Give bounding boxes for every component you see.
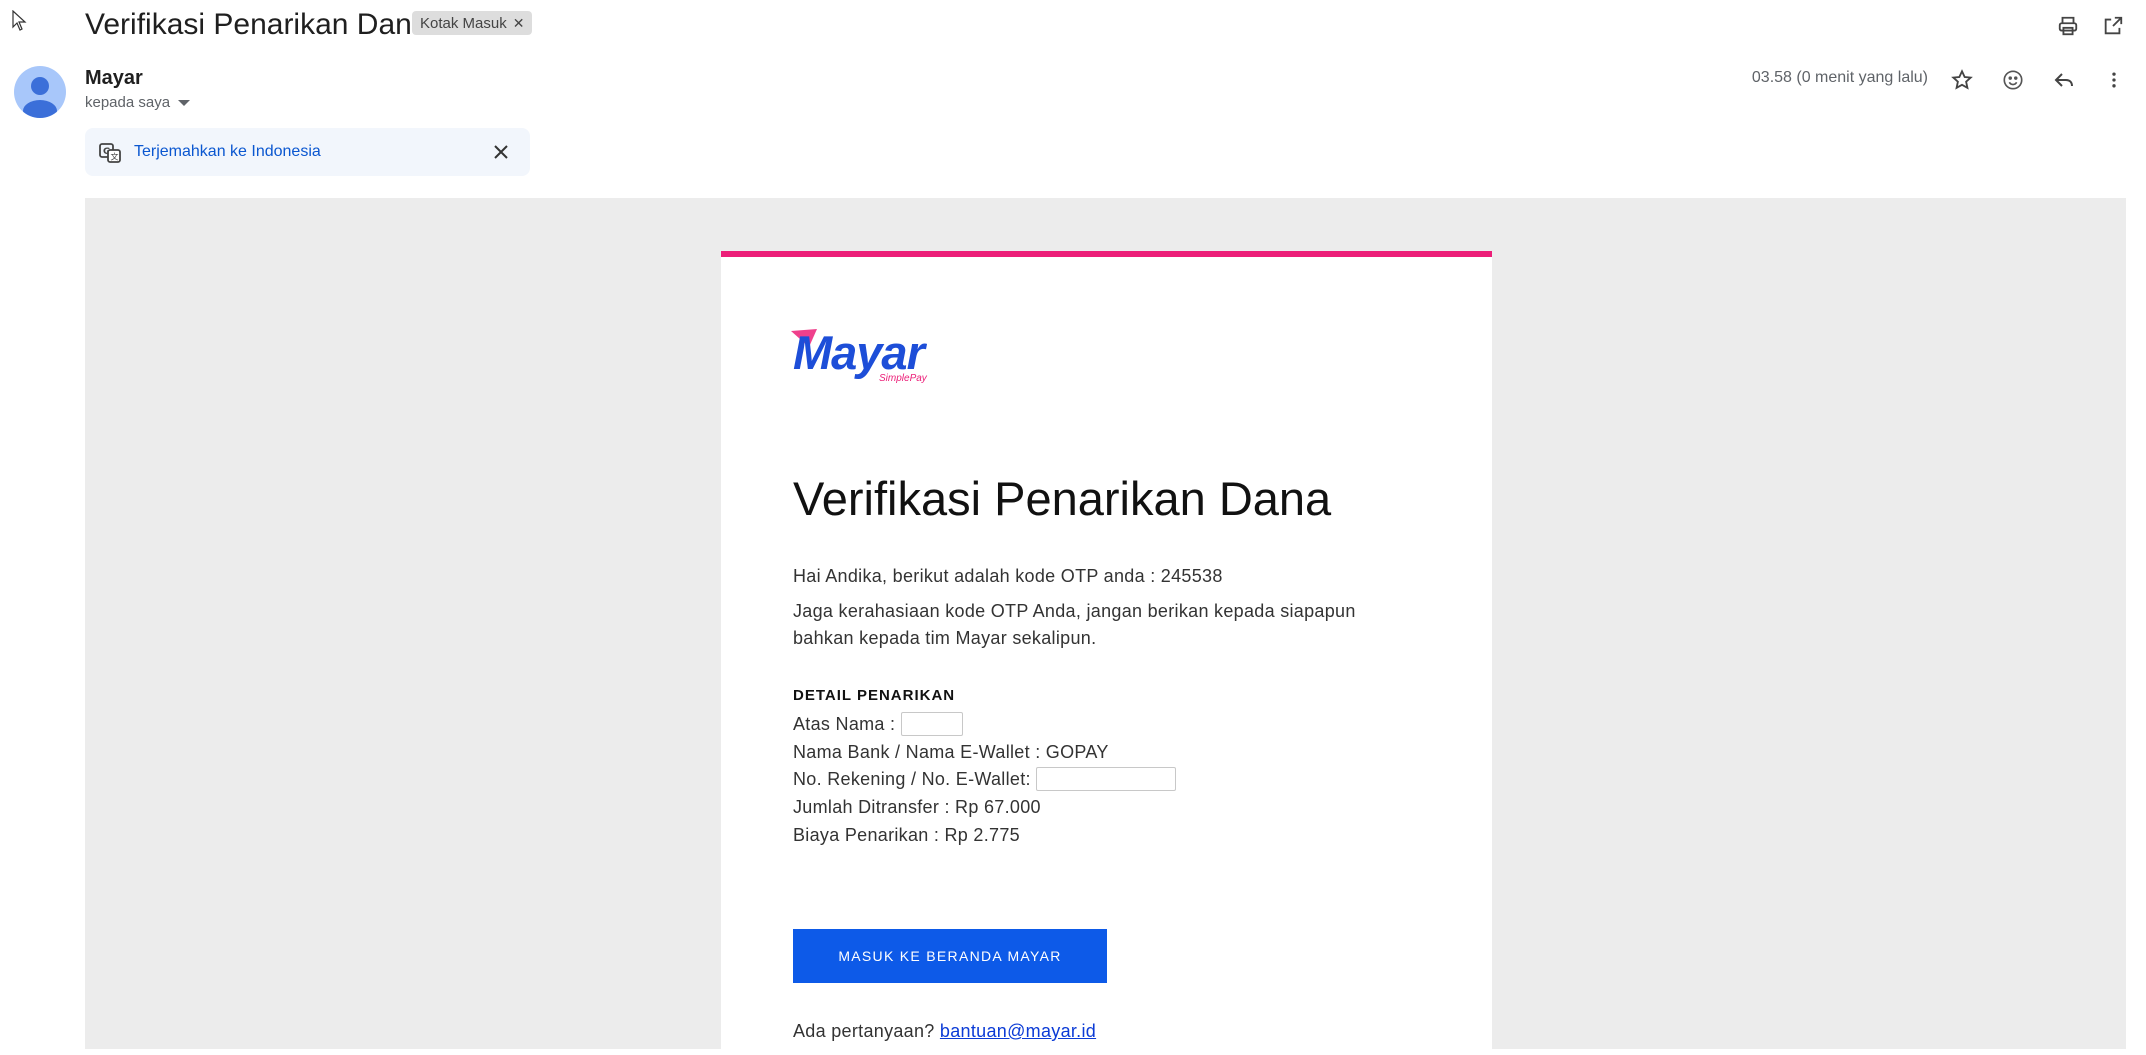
support-email-link[interactable]: bantuan@mayar.id [940, 1021, 1096, 1041]
recipient-dropdown[interactable]: kepada saya [85, 94, 191, 111]
support-line: Ada pertanyaan? bantuan@mayar.id [793, 1021, 1096, 1042]
star-button[interactable] [1944, 62, 1980, 98]
person-icon [23, 77, 57, 118]
more-options-button[interactable] [2096, 62, 2132, 98]
detail-amount: Jumlah Ditransfer : Rp 67.000 [793, 797, 1041, 817]
redacted-name-box [900, 711, 963, 736]
mayar-logo: Mayar SimplePay [791, 326, 927, 384]
label-chip-text: Kotak Masuk [420, 14, 507, 32]
sender-name[interactable]: Mayar [85, 67, 143, 90]
warning-line-1: Jaga kerahasiaan kode OTP Anda, jangan b… [793, 601, 1356, 621]
reply-button[interactable] [2046, 62, 2082, 98]
mouse-cursor-icon [12, 10, 27, 31]
detail-account-row: No. Rekening / No. E-Wallet: [793, 766, 1177, 791]
star-icon [1951, 69, 1973, 90]
print-button[interactable] [2050, 8, 2086, 44]
detail-fee: Biaya Penarikan : Rp 2.775 [793, 825, 1020, 845]
avatar[interactable] [14, 66, 66, 118]
open-in-new-icon [2104, 16, 2123, 35]
reply-icon [2054, 73, 2073, 87]
otp-greeting: Hai Andika, berikut adalah kode OTP anda… [793, 566, 1223, 586]
recipient-text: kepada saya [85, 94, 171, 111]
email-heading: Verifikasi Penarikan Dana [793, 472, 1332, 525]
email-timestamp: 03.58 (0 menit yang lalu) [1751, 69, 1928, 86]
translate-link[interactable]: Terjemahkan ke Indonesia [134, 143, 321, 161]
redacted-account-box [1036, 766, 1177, 791]
svg-text:文: 文 [111, 152, 119, 162]
remove-label-icon[interactable]: ✕ [513, 15, 525, 32]
open-new-window-button[interactable] [2095, 8, 2131, 44]
detail-name-row: Atas Nama : [793, 711, 963, 736]
detail-heading: DETAIL PENARIKAN [793, 687, 956, 704]
close-translate-button[interactable] [489, 140, 513, 164]
detail-bank: Nama Bank / Nama E-Wallet : GOPAY [793, 742, 1109, 762]
more-vert-icon [2112, 72, 2116, 88]
translate-bar: G 文 Terjemahkan ke Indonesia [85, 128, 530, 176]
inbox-label-chip[interactable]: Kotak Masuk ✕ [412, 11, 533, 35]
chevron-down-icon [178, 99, 191, 106]
close-icon [494, 145, 508, 159]
question-text: Ada pertanyaan? [793, 1021, 935, 1041]
emoji-icon [2003, 70, 2023, 90]
email-body-background: Mayar SimplePay Verifikasi Penarikan Dan… [85, 198, 2126, 1055]
email-subject: Verifikasi Penarikan Dana [85, 8, 429, 41]
translate-icon: G 文 [99, 143, 121, 163]
warning-line-2: bahkan kepada tim Mayar sekalipun. [793, 628, 1097, 648]
go-to-dashboard-button[interactable]: MASUK KE BERANDA MAYAR [793, 929, 1107, 983]
detail-name-label: Atas Nama : [793, 714, 896, 734]
add-reaction-button[interactable] [1995, 62, 2031, 98]
email-card: Mayar SimplePay Verifikasi Penarikan Dan… [721, 251, 1492, 1055]
print-icon [2058, 16, 2078, 36]
detail-account-label: No. Rekening / No. E-Wallet: [793, 769, 1031, 789]
